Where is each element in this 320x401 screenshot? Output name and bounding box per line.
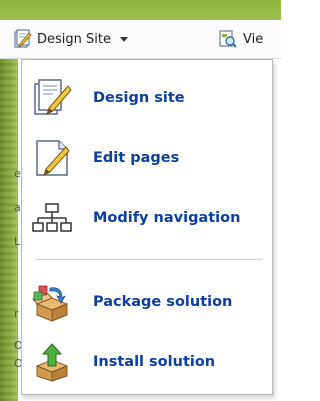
background-text-fragment: r xyxy=(14,307,19,320)
install-icon xyxy=(35,343,69,382)
view-page-icon xyxy=(219,30,237,48)
menu-item-label: Design site xyxy=(93,90,185,106)
package-icon xyxy=(32,285,69,322)
menu-item-edit-pages[interactable]: Edit pages xyxy=(22,130,272,186)
chevron-down-icon xyxy=(119,36,128,42)
toolbar: Design Site Vie xyxy=(0,20,281,59)
menu-item-design-site[interactable]: Design site xyxy=(22,70,272,126)
menu-item-label: Edit pages xyxy=(93,150,180,166)
top-decorative-band xyxy=(0,0,281,20)
design-site-small-icon xyxy=(14,29,32,48)
menu-item-label: Package solution xyxy=(93,294,233,310)
menu-separator xyxy=(36,259,262,260)
design-site-menu-label: Design Site xyxy=(37,31,111,47)
view-menu-button[interactable]: Vie xyxy=(218,28,263,50)
sitemap-icon xyxy=(32,203,72,232)
edit-pages-icon xyxy=(36,140,70,176)
background-text-fragment: a xyxy=(14,201,21,214)
design-site-icon xyxy=(34,79,72,115)
menu-item-modify-navigation[interactable]: Modify navigation xyxy=(22,190,272,246)
menu-item-label: Modify navigation xyxy=(93,210,241,226)
menu-item-label: Install solution xyxy=(93,354,216,370)
design-site-dropdown-menu: Design site Edit pages Modify navigation xyxy=(21,59,273,395)
menu-item-package-solution[interactable]: Package solution xyxy=(22,274,272,330)
background-text-fragment: e xyxy=(14,167,21,180)
background-text-fragment: L xyxy=(14,235,21,248)
view-menu-label: Vie xyxy=(243,31,264,47)
menu-item-install-solution[interactable]: Install solution xyxy=(22,334,272,390)
design-site-menu-button[interactable]: Design Site xyxy=(12,28,128,50)
